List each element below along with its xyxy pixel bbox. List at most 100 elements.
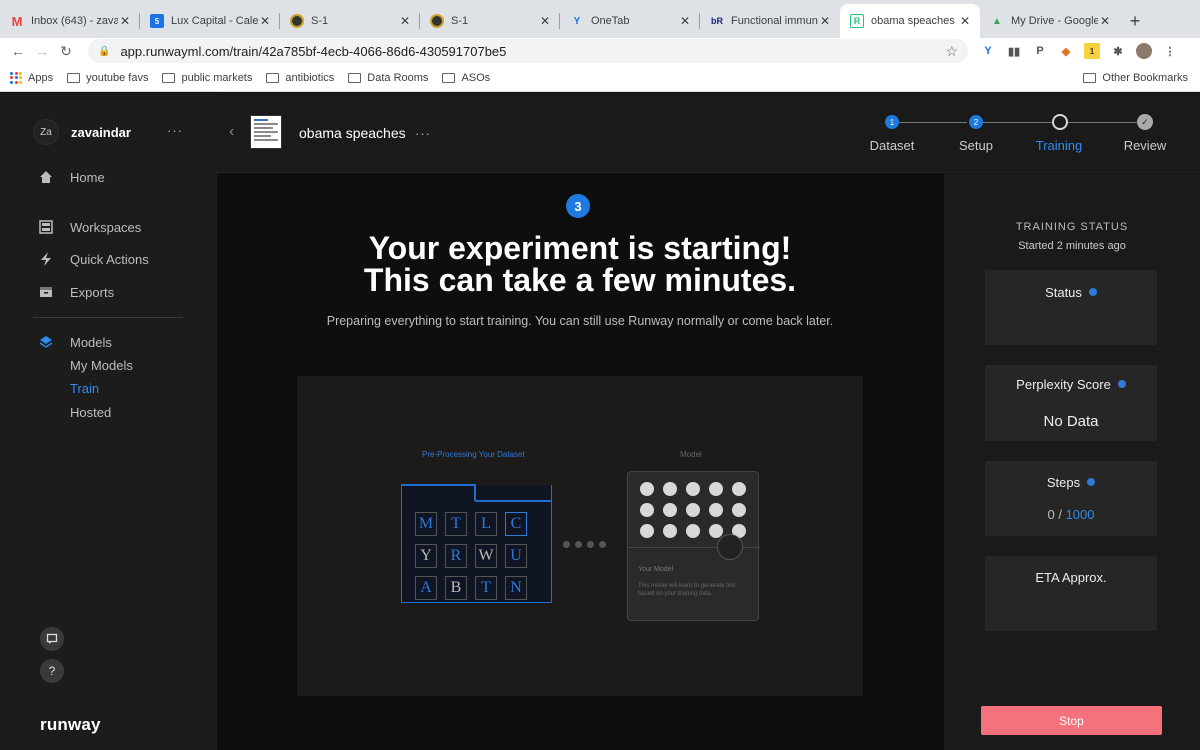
letter-tile: T (445, 512, 467, 536)
close-icon[interactable]: ✕ (398, 14, 412, 28)
headline: Your experiment is starting! This can ta… (217, 232, 943, 296)
model-title: Your Model (638, 566, 674, 573)
close-icon[interactable]: ✕ (118, 14, 132, 28)
browser-toolbar: ← → ↻ 🔒 app.runwayml.com/train/42a785bf-… (0, 38, 1200, 64)
step-badge: 3 (566, 194, 590, 218)
bookmarks-bar: Apps youtube favs public markets antibio… (0, 64, 1200, 92)
step-training-node[interactable] (1052, 114, 1068, 130)
info-icon[interactable] (1117, 380, 1126, 388)
sidebar-item-label: Workspaces (70, 219, 142, 235)
workspaces-icon (38, 219, 54, 235)
forward-arrow-icon[interactable]: → (30, 43, 54, 59)
project-more-button[interactable]: ··· (415, 126, 431, 141)
folder-icon (348, 72, 362, 83)
info-icon[interactable] (1088, 288, 1097, 296)
tab-title: Functional immuno (731, 15, 818, 27)
training-status-panel: TRAINING STATUS Started 2 minutes ago St… (944, 174, 1200, 750)
sidebar-item-quick-actions[interactable]: Quick Actions (38, 251, 149, 267)
bookmark-folder[interactable]: ASOs (442, 72, 490, 84)
menu-kebab-icon[interactable]: ⋮ (1162, 43, 1178, 59)
bookmark-label: public markets (181, 71, 253, 84)
headline-line-2: This can take a few minutes. (363, 262, 797, 298)
back-arrow-icon[interactable]: ← (6, 43, 30, 59)
bookmark-folder[interactable]: antibiotics (266, 72, 334, 84)
close-icon[interactable]: ✕ (1098, 14, 1112, 28)
chevron-left-icon[interactable]: ‹ (229, 123, 234, 141)
steps-value: 0 / 1000 (1047, 507, 1095, 522)
step-label-training[interactable]: Training (1036, 138, 1082, 153)
sidebar-item-workspaces[interactable]: Workspaces (38, 219, 141, 235)
browser-tab[interactable]: S-1 ✕ (280, 4, 420, 38)
bookmark-apps[interactable]: Apps (10, 71, 53, 84)
letter-tile: B (445, 576, 467, 600)
close-icon[interactable]: ✕ (678, 14, 692, 28)
puzzle-extension-icon[interactable]: ✱ (1110, 43, 1126, 59)
bookmark-star-icon[interactable]: ☆ (945, 43, 958, 60)
metamask-extension-icon[interactable]: ◆ (1058, 43, 1074, 59)
browser-tab[interactable]: bR Functional immuno ✕ (700, 4, 840, 38)
runway-app: Za zavaindar ··· Home Workspaces Quick A… (0, 93, 1200, 750)
browser-tab[interactable]: S-1 ✕ (420, 4, 560, 38)
chat-icon[interactable] (40, 627, 64, 651)
tab-title: OneTab (591, 15, 630, 27)
status-card: Status (985, 270, 1157, 345)
step-label-review[interactable]: Review (1124, 138, 1167, 153)
sidebar-subitem-my-models[interactable]: My Models (70, 358, 133, 373)
info-icon[interactable] (1087, 478, 1096, 486)
browser-tab[interactable]: ▲ My Drive - Google ✕ (980, 4, 1120, 38)
new-tab-button[interactable]: + (1120, 4, 1150, 38)
check-icon[interactable]: ✓ (1137, 114, 1153, 130)
close-icon[interactable]: ✕ (818, 14, 832, 28)
pinterest-extension-icon[interactable]: P (1032, 43, 1048, 59)
sec-icon (430, 14, 444, 28)
close-icon[interactable]: ✕ (538, 14, 552, 28)
project-header: ‹ obama speaches ··· 1 2 ✓ Dataset Setup… (217, 93, 1200, 173)
extensions: Y ▮▮ P ◆ 1 ✱ ⋮ (980, 43, 1178, 59)
step-setup-node[interactable]: 2 (969, 115, 983, 129)
browser-tab[interactable]: 5 Lux Capital - Calen ✕ (140, 4, 280, 38)
reload-icon[interactable]: ↻ (54, 43, 78, 60)
training-main: 3 Your experiment is starting! This can … (217, 174, 943, 750)
badge-extension-icon[interactable]: 1 (1084, 43, 1100, 59)
close-icon[interactable]: ✕ (258, 14, 272, 28)
project-title: obama speaches (299, 125, 406, 141)
drive-icon: ▲ (992, 15, 1002, 27)
sidebar-item-models[interactable]: Models (38, 334, 112, 350)
extension-icon[interactable]: ▮▮ (1006, 43, 1022, 59)
bookmark-folder[interactable]: public markets (162, 72, 252, 84)
bookmark-folder[interactable]: Data Rooms (348, 72, 428, 84)
browser-tab[interactable]: Y OneTab ✕ (560, 4, 700, 38)
sidebar-subitem-train[interactable]: Train (70, 381, 99, 396)
folder-icon (442, 72, 456, 83)
username: zavaindar (71, 124, 131, 140)
sidebar-item-home[interactable]: Home (38, 169, 105, 185)
sidebar-item-exports[interactable]: Exports (38, 284, 114, 300)
avatar: Za (33, 119, 59, 145)
tab-title: Inbox (643) - zava (31, 15, 118, 27)
stop-button[interactable]: Stop (981, 706, 1162, 735)
tab-title: S-1 (451, 15, 469, 27)
home-icon (38, 169, 54, 185)
address-bar[interactable]: 🔒 app.runwayml.com/train/42a785bf-4ecb-4… (88, 39, 968, 63)
biorxiv-icon: bR (711, 16, 723, 26)
training-stepper: 1 2 ✓ Dataset Setup Training Review (867, 113, 1167, 163)
browser-tab-active[interactable]: R obama speaches - ✕ (840, 4, 980, 38)
browser-tab[interactable]: M Inbox (643) - zava ✕ (0, 4, 140, 38)
bookmark-folder[interactable]: youtube favs (67, 72, 148, 84)
step-dataset-node[interactable]: 1 (885, 115, 899, 129)
profile-avatar[interactable] (1136, 43, 1152, 59)
more-options-icon[interactable]: ··· (167, 123, 183, 138)
onetab-extension-icon[interactable]: Y (980, 43, 996, 59)
preprocessing-label: Pre-Processing Your Dataset (422, 450, 525, 459)
user-menu[interactable]: Za zavaindar (33, 119, 131, 145)
close-icon[interactable]: ✕ (958, 14, 972, 28)
help-button[interactable]: ? (40, 659, 64, 683)
model-card: Your Model This model will learn to gene… (627, 471, 760, 621)
other-bookmarks[interactable]: Other Bookmarks (1083, 72, 1188, 84)
step-label-dataset[interactable]: Dataset (870, 138, 915, 153)
sidebar-subitem-hosted[interactable]: Hosted (70, 405, 111, 420)
layers-icon (38, 334, 54, 350)
progress-dots (563, 541, 606, 548)
bookmark-label: ASOs (461, 71, 491, 84)
step-label-setup[interactable]: Setup (959, 138, 993, 153)
